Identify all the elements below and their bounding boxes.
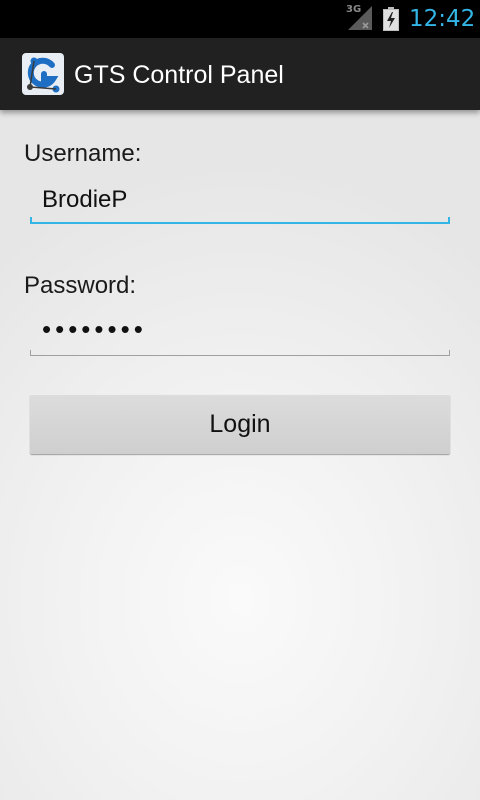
login-button-label: Login xyxy=(209,409,271,438)
password-label: Password: xyxy=(24,272,137,299)
action-bar: GTS Control Panel xyxy=(0,38,480,110)
gts-logo-icon[interactable] xyxy=(22,53,64,95)
username-label: Username: xyxy=(24,140,142,167)
app-title: GTS Control Panel xyxy=(74,61,284,89)
password-field-underline xyxy=(30,350,450,356)
username-field-underline xyxy=(30,217,450,224)
battery-charging-icon xyxy=(383,7,399,31)
login-button[interactable]: Login xyxy=(30,394,450,454)
password-field[interactable]: •••••••• xyxy=(30,312,450,356)
clock: 12:42 xyxy=(409,6,476,32)
username-value: BrodieP xyxy=(42,186,128,213)
network-type-label: 3G xyxy=(346,4,362,15)
status-bar: 3G 12:42 xyxy=(0,0,480,38)
username-field[interactable]: BrodieP xyxy=(30,180,450,224)
password-value: •••••••• xyxy=(42,314,147,344)
